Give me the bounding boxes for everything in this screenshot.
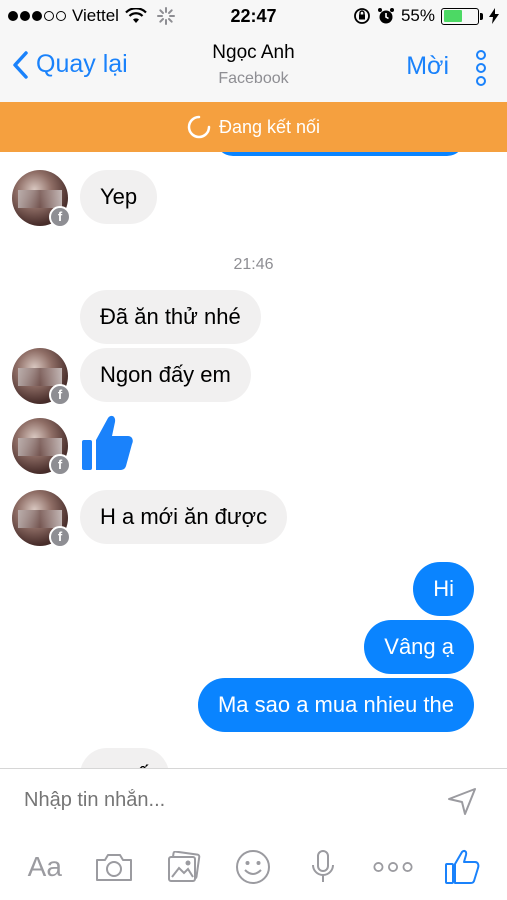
- text-format-button[interactable]: Aa: [25, 847, 65, 887]
- navigation-bar: Quay lại Ngọc Anh Facebook Mời: [0, 34, 507, 102]
- message-bubble-outgoing[interactable]: Vâng ạ: [364, 620, 474, 674]
- message-bubble[interactable]: Yep: [80, 170, 158, 224]
- camera-button[interactable]: [94, 847, 134, 887]
- connection-status-banner: Đang kết nối: [0, 102, 507, 152]
- thumbs-up-icon: [445, 850, 480, 884]
- camera-icon: [96, 854, 133, 881]
- charging-bolt-icon: [489, 8, 499, 24]
- photo-library-button[interactable]: [164, 847, 204, 887]
- status-bar: Viettel 22:47 55%: [0, 0, 507, 34]
- send-icon[interactable]: [447, 787, 477, 815]
- message-bubble-partial[interactable]: [215, 152, 465, 156]
- facebook-badge-icon: f: [49, 526, 71, 548]
- loading-spinner-icon: [187, 115, 211, 139]
- microphone-icon: [312, 850, 335, 882]
- facebook-badge-icon: f: [49, 454, 71, 476]
- message-bubble-outgoing[interactable]: Ma sao a mua nhieu the: [197, 678, 474, 732]
- alarm-icon: [377, 8, 394, 24]
- status-right: 55%: [353, 6, 499, 26]
- ellipsis-icon: [373, 862, 413, 872]
- battery-percent: 55%: [400, 6, 435, 25]
- like-button[interactable]: [442, 847, 482, 887]
- message-input[interactable]: [24, 789, 424, 812]
- message-bubble[interactable]: H a mới ăn được: [80, 490, 288, 544]
- battery-icon: [441, 7, 483, 25]
- battery-level: [443, 10, 462, 22]
- orientation-lock-icon: [354, 8, 370, 24]
- message-bubble[interactable]: Ngon đấy em: [80, 348, 251, 402]
- invite-button[interactable]: Mời: [406, 52, 449, 81]
- photo-icon: [167, 851, 201, 882]
- composer-toolbar: Aa: [0, 847, 507, 887]
- like-sticker-icon[interactable]: [80, 414, 134, 472]
- voice-button[interactable]: [303, 847, 343, 887]
- message-list[interactable]: f Yep 21:46 Đã ăn thử nhé f Ngon đấy em …: [0, 152, 507, 768]
- message-bubble-outgoing[interactable]: Hi: [413, 562, 474, 616]
- facebook-badge-icon: f: [49, 384, 71, 406]
- message-composer: Aa: [0, 768, 507, 900]
- message-timestamp: 21:46: [233, 256, 274, 273]
- message-bubble[interactable]: ... ..ế: [80, 748, 169, 768]
- more-actions-button[interactable]: [373, 847, 413, 887]
- message-bubble[interactable]: Đã ăn thử nhé: [80, 290, 261, 344]
- connection-status-text: Đang kết nối: [218, 116, 321, 137]
- more-options-icon[interactable]: [475, 50, 487, 86]
- facebook-badge-icon: f: [49, 206, 71, 228]
- smiley-icon: [236, 850, 271, 884]
- text-format-label: Aa: [27, 851, 62, 882]
- sticker-button[interactable]: [233, 847, 273, 887]
